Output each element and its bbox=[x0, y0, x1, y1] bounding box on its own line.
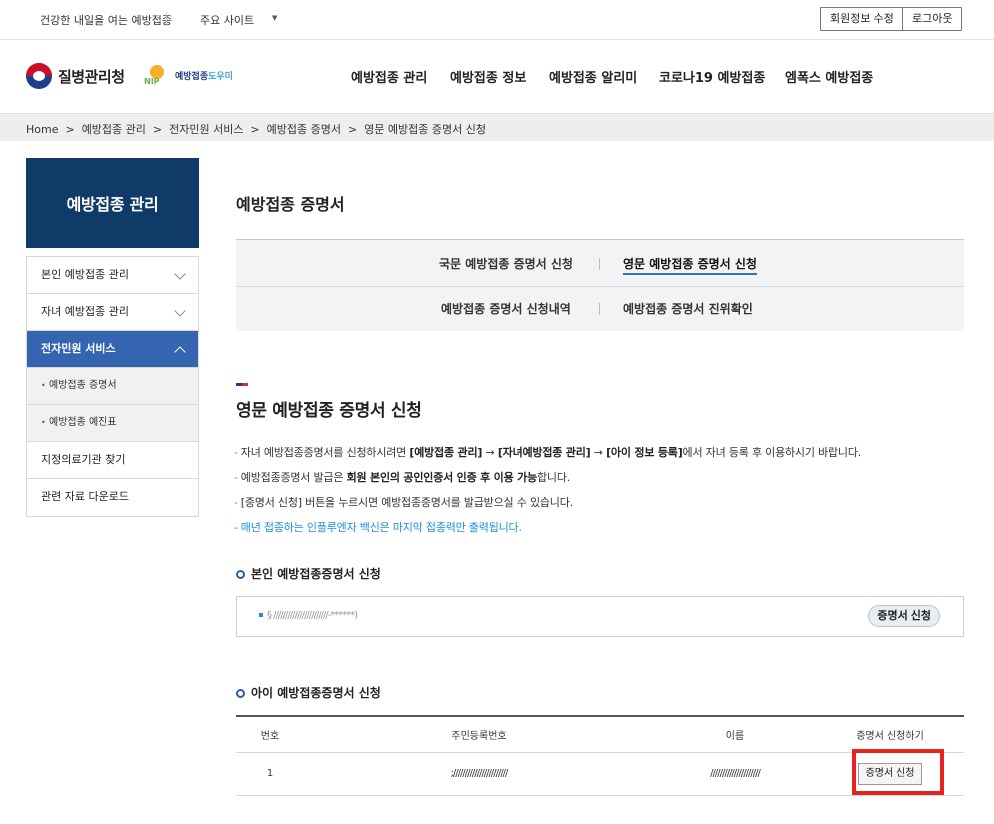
title-decoration bbox=[236, 383, 248, 386]
sidebar-item-child-vaccination[interactable]: 자녀 예방접종 관리 bbox=[27, 294, 198, 331]
bullet: - bbox=[234, 471, 238, 484]
notice-text: 합니다. bbox=[537, 471, 571, 484]
cell-name: ///////////////////// bbox=[654, 752, 816, 796]
highlight-box bbox=[852, 749, 944, 795]
sidebar-title: 예방접종 관리 bbox=[26, 158, 199, 248]
table-header-row: 번호 주민등록번호 이름 증명서 신청하기 bbox=[236, 716, 964, 753]
sidebar-item-e-civil-service[interactable]: 전자민원 서비스 bbox=[27, 331, 198, 368]
sidebar-item-label: 지정의료기관 찾기 bbox=[41, 453, 126, 466]
logout-button[interactable]: 로그아웃 bbox=[902, 7, 963, 31]
chevron-down-icon[interactable]: ▼ bbox=[272, 14, 277, 22]
nip-logo-text: 예방접종도우미 bbox=[175, 69, 233, 82]
circle-bullet-icon bbox=[236, 689, 245, 698]
notice-emph: [자녀예방접종 관리] bbox=[497, 446, 591, 459]
sidebar-subitem-screening-form[interactable]: 예방접종 예진표 bbox=[27, 405, 198, 442]
notice-text: 에서 자녀 등록 후 이용하시기 바랍니다. bbox=[682, 446, 862, 459]
column-header-no: 번호 bbox=[236, 716, 304, 753]
major-sites-dropdown[interactable]: 주요 사이트 bbox=[200, 12, 254, 28]
bullet: - bbox=[234, 496, 238, 509]
column-header-rrn: 주민등록번호 bbox=[304, 716, 654, 753]
sidebar-item-find-clinic[interactable]: 지정의료기관 찾기 bbox=[27, 442, 198, 479]
nip-logo-text-b: 도우미 bbox=[208, 71, 233, 82]
child-certificate-heading: 아이 예방접종증명서 신청 bbox=[236, 684, 381, 701]
heading-text: 본인 예방접종증명서 신청 bbox=[251, 567, 381, 581]
column-header-name: 이름 bbox=[654, 716, 816, 753]
notice-line: - 자녀 예방접종증명서를 신청하시려면 [예방접종 관리] → [자녀예방접종 … bbox=[234, 444, 861, 460]
sidebar-item-label: 본인 예방접종 관리 bbox=[41, 268, 129, 281]
nip-logo[interactable]: NIP 예방접종도우미 bbox=[142, 61, 233, 89]
sidebar-item-label: 관련 자료 다운로드 bbox=[41, 490, 129, 503]
notice-line: - [증명서 신청] 버튼을 누르시면 예방접종증명서를 발급받으실 수 있습니다… bbox=[234, 494, 573, 510]
self-certificate-box: § ///////////////////////-******) 증명서 신청 bbox=[236, 596, 964, 637]
breadcrumb[interactable]: Home > 예방접종 관리 > 전자민원 서비스 > 예방접종 증명서 > 영… bbox=[26, 121, 486, 137]
edit-profile-button[interactable]: 회원정보 수정 bbox=[820, 7, 904, 31]
notice-text: 매년 접종하는 인플루엔자 백신은 마지막 접종력만 출력됩니다. bbox=[240, 521, 522, 534]
chevron-down-icon bbox=[174, 268, 186, 280]
nav-item-vaccination-management[interactable]: 예방접종 관리 bbox=[351, 67, 427, 86]
sidebar-item-label: 자녀 예방접종 관리 bbox=[41, 305, 129, 318]
divider bbox=[166, 12, 167, 24]
masked-identity: § ///////////////////////-******) bbox=[267, 610, 358, 621]
dot-icon bbox=[259, 613, 263, 617]
nav-item-mpox[interactable]: 엠폭스 예방접종 bbox=[785, 67, 873, 86]
sidebar-subitem-certificate[interactable]: 예방접종 증명서 bbox=[27, 368, 198, 405]
bullet: - bbox=[234, 521, 238, 534]
section-title: 영문 예방접종 증명서 신청 bbox=[236, 401, 422, 421]
sidebar-item-self-vaccination[interactable]: 본인 예방접종 관리 bbox=[27, 257, 198, 294]
tab-english-certificate[interactable]: 영문 예방접종 증명서 신청 bbox=[623, 255, 757, 275]
circle-bullet-icon bbox=[236, 570, 245, 579]
tab-authenticity-check[interactable]: 예방접종 증명서 진위확인 bbox=[623, 300, 753, 317]
divider bbox=[599, 258, 600, 270]
breadcrumb-bar: Home > 예방접종 관리 > 전자민원 서비스 > 예방접종 증명서 > 영… bbox=[0, 113, 994, 141]
bullet: - bbox=[234, 446, 238, 459]
self-certificate-request-button[interactable]: 증명서 신청 bbox=[868, 605, 940, 627]
page-title: 예방접종 증명서 bbox=[236, 195, 345, 214]
nip-mark-text: NIP bbox=[144, 77, 160, 86]
notice-text: 예방접종증명서 발급은 bbox=[240, 471, 347, 484]
arrow-text: → bbox=[590, 446, 607, 459]
kdca-logo[interactable]: 질병관리청 bbox=[26, 63, 125, 89]
notice-line: - 예방접종증명서 발급은 회원 본인의 공인인증서 인증 후 이용 가능합니다. bbox=[234, 469, 570, 485]
nav-item-covid19[interactable]: 코로나19 예방접종 bbox=[659, 67, 765, 86]
divider bbox=[599, 303, 600, 315]
notice-line-influenza: - 매년 접종하는 인플루엔자 백신은 마지막 접종력만 출력됩니다. bbox=[234, 519, 522, 535]
certificate-tabs: 국문 예방접종 증명서 신청 영문 예방접종 증명서 신청 예방접종 증명서 신… bbox=[236, 239, 964, 331]
notice-emph: [예방접종 관리] bbox=[409, 446, 483, 459]
arrow-text: → bbox=[482, 446, 498, 459]
heading-text: 아이 예방접종증명서 신청 bbox=[251, 686, 381, 700]
sidebar-item-label: 전자민원 서비스 bbox=[41, 342, 116, 355]
utility-bar: 건강한 내일을 여는 예방접종 주요 사이트 ▼ 회원정보 수정 로그아웃 bbox=[0, 0, 994, 40]
kdca-logo-text: 질병관리청 bbox=[58, 67, 125, 86]
cell-no: 1 bbox=[236, 752, 304, 796]
divider bbox=[236, 286, 964, 287]
notice-text: [증명서 신청] 버튼을 누르시면 예방접종증명서를 발급받으실 수 있습니다. bbox=[240, 496, 573, 509]
sidebar-menu: 본인 예방접종 관리 자녀 예방접종 관리 전자민원 서비스 예방접종 증명서 … bbox=[26, 256, 199, 517]
self-info: § ///////////////////////-******) bbox=[259, 610, 358, 621]
column-header-action: 증명서 신청하기 bbox=[816, 716, 964, 753]
notice-text: 자녀 예방접종증명서를 신청하시려면 bbox=[240, 446, 410, 459]
nip-logo-text-a: 예방접종 bbox=[175, 71, 209, 82]
nav-item-vaccination-alert[interactable]: 예방접종 알리미 bbox=[549, 67, 637, 86]
site-header: 질병관리청 NIP 예방접종도우미 예방접종 관리 예방접종 정보 예방접종 알… bbox=[0, 41, 994, 113]
tab-request-history[interactable]: 예방접종 증명서 신청내역 bbox=[441, 300, 571, 317]
nav-item-vaccination-info[interactable]: 예방접종 정보 bbox=[450, 67, 526, 86]
notice-emph: 회원 본인의 공인인증서 인증 후 이용 가능 bbox=[346, 471, 538, 484]
tab-korean-certificate[interactable]: 국문 예방접종 증명서 신청 bbox=[439, 255, 573, 272]
notice-emph: [아이 정보 등록] bbox=[606, 446, 683, 459]
sidebar-item-downloads[interactable]: 관련 자료 다운로드 bbox=[27, 479, 198, 516]
site-slogan: 건강한 내일을 여는 예방접종 bbox=[40, 14, 172, 27]
self-certificate-heading: 본인 예방접종증명서 신청 bbox=[236, 565, 381, 582]
taegeuk-icon bbox=[26, 63, 52, 89]
cell-rrn: ;/////////////////////// bbox=[304, 752, 654, 796]
chevron-down-icon bbox=[174, 305, 186, 317]
chevron-up-icon bbox=[174, 346, 186, 358]
nip-sun-icon: NIP bbox=[142, 61, 172, 89]
